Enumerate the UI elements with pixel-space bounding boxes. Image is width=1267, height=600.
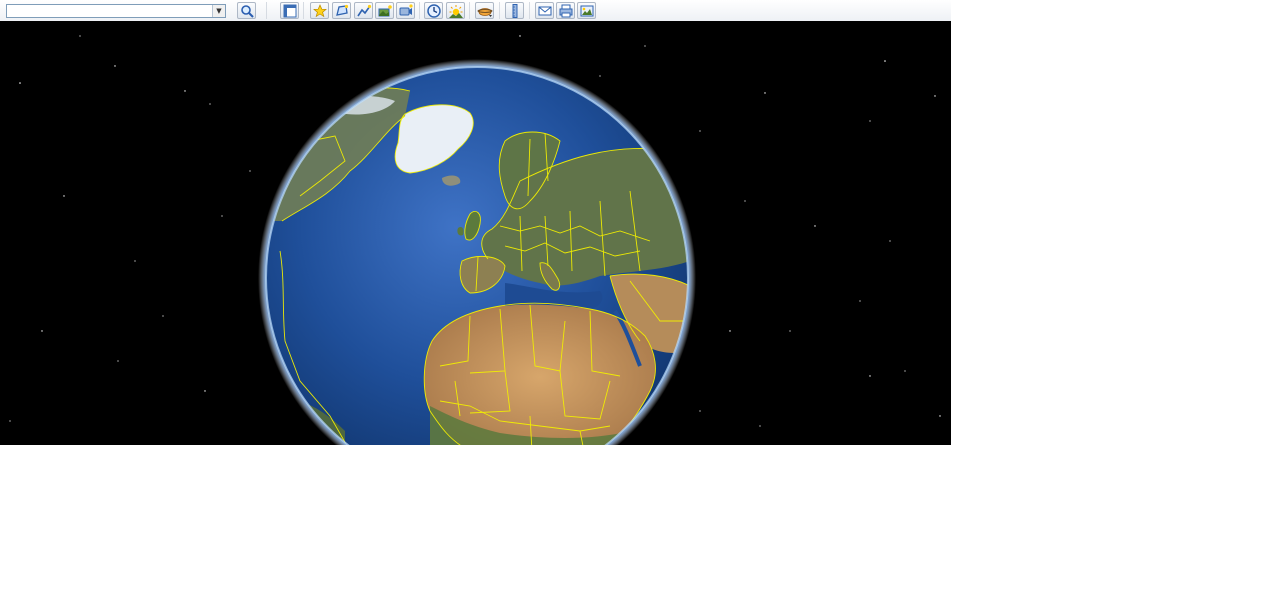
toolbar-separator <box>419 2 420 19</box>
toolbar-separator <box>529 2 530 19</box>
email-icon <box>538 6 552 16</box>
toolbar: ▼ <box>0 0 951 22</box>
search-box[interactable]: ▼ <box>6 4 226 18</box>
search-input[interactable] <box>7 5 216 17</box>
record-tour-button[interactable] <box>396 2 415 19</box>
toolbar-separator <box>499 2 500 19</box>
search-dropdown-button[interactable]: ▼ <box>212 5 225 17</box>
sidebar-toggle-icon <box>283 4 297 18</box>
add-placemark-button[interactable] <box>310 2 329 19</box>
search-icon <box>241 5 254 18</box>
historical-imagery-button[interactable] <box>424 2 443 19</box>
save-image-icon <box>580 5 594 17</box>
chevron-down-icon: ▼ <box>216 7 222 15</box>
add-image-overlay-icon <box>378 5 392 17</box>
print-icon <box>559 4 573 18</box>
save-image-button[interactable] <box>577 2 596 19</box>
search-button[interactable] <box>237 2 256 19</box>
historical-imagery-icon <box>427 4 441 18</box>
add-polygon-button[interactable] <box>332 2 351 19</box>
print-button[interactable] <box>556 2 575 19</box>
toolbar-separator <box>266 2 267 19</box>
add-placemark-icon <box>313 4 327 18</box>
globe-scene <box>9 35 941 445</box>
record-tour-icon <box>399 4 413 16</box>
sunlight-icon <box>449 5 463 18</box>
sidebar-toggle-button[interactable] <box>280 2 299 19</box>
sunlight-button[interactable] <box>446 2 465 19</box>
email-button[interactable] <box>535 2 554 19</box>
ruler-icon <box>512 4 518 18</box>
switch-sky-icon <box>477 8 493 17</box>
add-path-icon <box>357 4 372 17</box>
ruler-button[interactable] <box>505 2 524 19</box>
add-image-overlay-button[interactable] <box>375 2 394 19</box>
toolbar-separator <box>303 2 304 19</box>
add-polygon-icon <box>336 4 349 16</box>
add-path-button[interactable] <box>354 2 373 19</box>
toolbar-separator <box>469 2 470 19</box>
switch-sky-button[interactable] <box>475 2 494 19</box>
earth-3d-view[interactable] <box>0 21 951 445</box>
